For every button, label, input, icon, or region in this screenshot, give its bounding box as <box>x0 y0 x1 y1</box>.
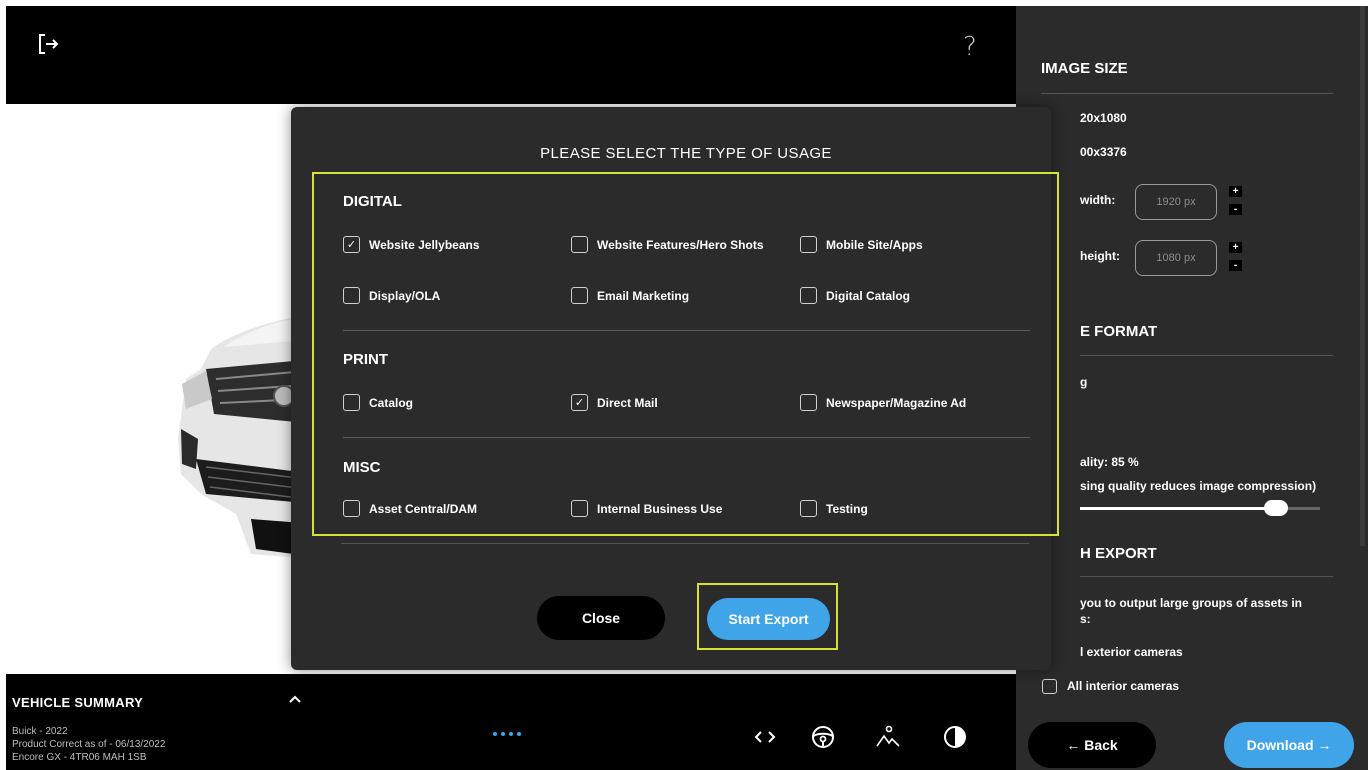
option-label: Display/OLA <box>369 288 441 303</box>
option-label: Asset Central/DAM <box>369 501 478 516</box>
quality-slider-fill <box>1080 507 1276 510</box>
checkbox-digital-catalog[interactable] <box>800 287 817 304</box>
checkbox-newspaper-magazine-ad[interactable] <box>800 394 817 411</box>
checkbox-testing[interactable] <box>800 500 817 517</box>
modal-title: PLEASE SELECT THE TYPE OF USAGE <box>540 145 832 162</box>
side-panel-scrollbar[interactable] <box>1360 6 1365 546</box>
vehicle-model-code: Encore GX - 4TR06 MAH 1SB <box>12 752 147 763</box>
option-asset-central-dam[interactable]: Asset Central/DAM <box>343 500 477 517</box>
exterior-cameras-option[interactable]: l exterior cameras <box>1080 645 1183 659</box>
chevron-up-icon[interactable] <box>288 692 302 706</box>
height-increment-button[interactable]: + <box>1229 242 1242 253</box>
option-label: Newspaper/Magazine Ad <box>826 395 967 410</box>
divider <box>1041 93 1333 94</box>
code-icon[interactable] <box>752 724 778 750</box>
option-label: Internal Business Use <box>597 501 723 516</box>
option-internal-business-use[interactable]: Internal Business Use <box>571 500 722 517</box>
option-display-ola[interactable]: Display/OLA <box>343 287 440 304</box>
section-heading-print: PRINT <box>343 351 388 368</box>
checkbox-display-ola[interactable] <box>343 287 360 304</box>
quality-note: sing quality reduces image compression) <box>1080 479 1317 493</box>
height-decrement-button[interactable]: - <box>1229 260 1242 271</box>
option-website-features[interactable]: Website Features/Hero Shots <box>571 236 764 253</box>
section-divider <box>343 437 1030 438</box>
option-testing[interactable]: Testing <box>800 500 868 517</box>
section-divider <box>343 330 1030 331</box>
format-option-1[interactable]: g <box>1080 375 1087 389</box>
pagination-dots[interactable] <box>493 732 521 736</box>
width-input[interactable]: 1920 px <box>1135 184 1217 220</box>
section-heading-digital: DIGITAL <box>343 193 402 210</box>
top-bar: ? <box>6 6 1016 104</box>
exit-icon[interactable] <box>36 32 60 56</box>
width-label: width: <box>1080 193 1116 207</box>
export-settings-panel <box>1016 6 1368 770</box>
start-export-button[interactable]: Start Export <box>707 598 830 640</box>
start-export-highlight: Start Export <box>697 583 838 650</box>
dot <box>501 732 505 736</box>
quality-slider[interactable] <box>1080 500 1320 516</box>
download-button[interactable]: Download → <box>1224 722 1354 768</box>
size-option-1[interactable]: 20x1080 <box>1080 111 1127 125</box>
close-button[interactable]: Close <box>537 596 665 640</box>
checkbox-website-features[interactable] <box>571 236 588 253</box>
width-decrement-button[interactable]: - <box>1229 204 1242 215</box>
steering-wheel-icon[interactable] <box>810 724 836 750</box>
modal-divider <box>341 543 1029 544</box>
option-digital-catalog[interactable]: Digital Catalog <box>800 287 910 304</box>
height-input[interactable]: 1080 px <box>1135 240 1217 276</box>
scenery-icon[interactable] <box>875 724 901 750</box>
checkbox-email-marketing[interactable] <box>571 287 588 304</box>
help-icon[interactable]: ? <box>963 32 977 62</box>
quality-label: ality: 85 % <box>1080 455 1139 469</box>
batch-export-heading: H EXPORT <box>1080 545 1157 562</box>
option-label: Catalog <box>369 395 414 410</box>
product-correct-date: Product Correct as of - 06/13/2022 <box>12 739 166 750</box>
contrast-icon[interactable] <box>942 724 968 750</box>
interior-cameras-label: All interior cameras <box>1067 679 1180 693</box>
image-size-heading: IMAGE SIZE <box>1041 60 1128 77</box>
height-label: height: <box>1080 249 1120 263</box>
dot <box>517 732 521 736</box>
option-label: Digital Catalog <box>826 288 911 303</box>
quality-slider-handle[interactable] <box>1264 500 1288 516</box>
checkbox-asset-central-dam[interactable] <box>343 500 360 517</box>
option-email-marketing[interactable]: Email Marketing <box>571 287 689 304</box>
quality-value: 85 % <box>1111 455 1139 469</box>
checkbox-catalog[interactable] <box>343 394 360 411</box>
checkbox-website-jellybeans[interactable]: ✓ <box>343 236 360 253</box>
option-mobile-site-apps[interactable]: Mobile Site/Apps <box>800 236 923 253</box>
back-button[interactable]: ← Back <box>1028 722 1156 768</box>
usage-type-modal: PLEASE SELECT THE TYPE OF USAGE DIGITAL … <box>291 107 1059 670</box>
interior-cameras-checkbox[interactable] <box>1042 679 1057 694</box>
divider <box>1080 355 1333 356</box>
option-label: Mobile Site/Apps <box>826 237 923 252</box>
option-newspaper-magazine-ad[interactable]: Newspaper/Magazine Ad <box>800 394 966 411</box>
option-direct-mail[interactable]: ✓ Direct Mail <box>571 394 658 411</box>
checkbox-direct-mail[interactable]: ✓ <box>571 394 588 411</box>
vehicle-make-year: Buick - 2022 <box>12 726 68 737</box>
bottom-bar: VEHICLE SUMMARY Buick - 2022 Product Cor… <box>6 674 1016 770</box>
option-label: Email Marketing <box>597 288 690 303</box>
option-label: Website Jellybeans <box>369 237 480 252</box>
option-label: Testing <box>826 501 868 516</box>
checkbox-internal-business-use[interactable] <box>571 500 588 517</box>
usage-options-frame: DIGITAL ✓ Website Jellybeans Website Fea… <box>312 172 1059 536</box>
checkbox-mobile-site-apps[interactable] <box>800 236 817 253</box>
option-label: Website Features/Hero Shots <box>597 237 764 252</box>
divider <box>1080 576 1333 577</box>
batch-description: you to output large groups of assets in <box>1080 596 1303 610</box>
section-heading-misc: MISC <box>343 459 381 476</box>
option-label: Direct Mail <box>597 395 658 410</box>
batch-description-cont: s: <box>1080 612 1091 626</box>
dot <box>493 732 497 736</box>
size-option-2[interactable]: 00x3376 <box>1080 145 1127 159</box>
width-increment-button[interactable]: + <box>1229 186 1242 197</box>
dot <box>509 732 513 736</box>
vehicle-summary-title[interactable]: VEHICLE SUMMARY <box>12 695 143 710</box>
option-catalog[interactable]: Catalog <box>343 394 413 411</box>
option-website-jellybeans[interactable]: ✓ Website Jellybeans <box>343 236 480 253</box>
image-format-heading: E FORMAT <box>1080 323 1158 340</box>
